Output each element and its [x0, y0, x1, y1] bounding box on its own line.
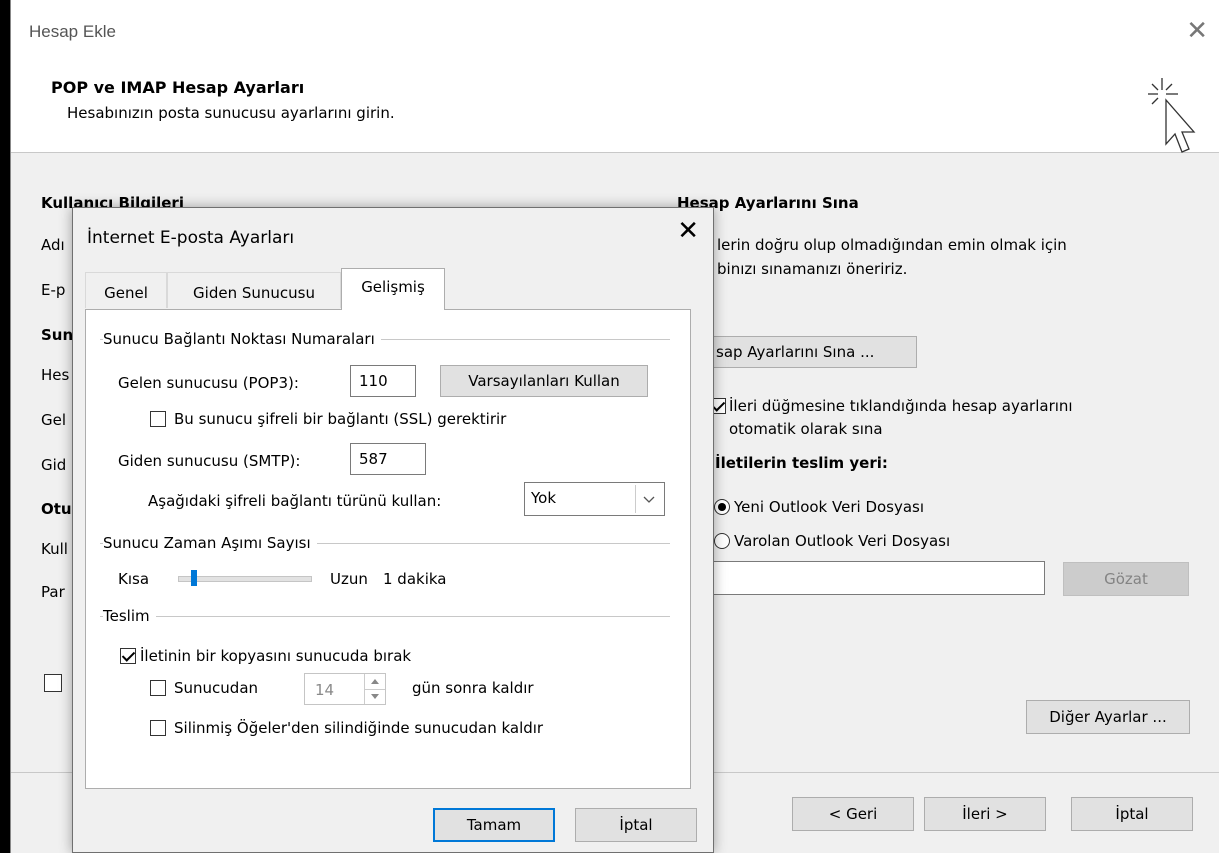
- ok-button[interactable]: Tamam: [433, 808, 555, 842]
- timeout-slider-thumb[interactable]: [191, 570, 198, 586]
- remove-after-checkbox[interactable]: [150, 680, 166, 696]
- internet-email-settings-dialog: İnternet E-posta Ayarları ✕ Genel Giden …: [72, 207, 714, 853]
- cancel-button[interactable]: İptal: [1071, 797, 1193, 831]
- incoming-port-input[interactable]: 110: [350, 365, 416, 397]
- test-account-settings-button[interactable]: sap Ayarlarını Sına ...: [701, 336, 917, 368]
- stepper-down-icon[interactable]: [364, 689, 385, 704]
- tab-advanced[interactable]: Gelişmiş: [341, 268, 445, 310]
- outgoing-port-input[interactable]: 587: [350, 443, 426, 475]
- dialog-cancel-button[interactable]: İptal: [575, 808, 697, 842]
- close-icon[interactable]: ✕: [1186, 18, 1208, 44]
- tab-outgoing-server[interactable]: Giden Sunucusu: [167, 272, 341, 308]
- timeout-group-label: Sunucu Zaman Aşımı Sayısı: [103, 534, 317, 552]
- ssl-checkbox[interactable]: [150, 411, 166, 427]
- leave-copy-label: İletinin bir kopyasını sunucuda bırak: [140, 647, 412, 665]
- incoming-port-label: Gelen sunucusu (POP3):: [118, 374, 299, 392]
- timeout-slider-track[interactable]: [178, 576, 312, 582]
- advanced-tab-panel: Sunucu Bağlantı Noktası Numaraları Gelen…: [85, 309, 691, 789]
- timeout-long-label: Uzun: [330, 570, 368, 588]
- ports-group-label: Sunucu Bağlantı Noktası Numaraları: [103, 330, 381, 348]
- timeout-value: 1 dakika: [383, 570, 447, 588]
- username-label: Kull: [41, 540, 68, 558]
- logon-info-heading: Otu: [41, 500, 72, 518]
- new-data-file-label: Yeni Outlook Veri Dosyası: [734, 498, 925, 516]
- back-button[interactable]: < Geri: [792, 797, 914, 831]
- auto-test-label-line1: İleri düğmesine tıklandığında hesap ayar…: [729, 397, 1073, 415]
- title-bar: Hesap Ekle ✕: [11, 0, 1219, 62]
- email-label: E-p: [41, 281, 66, 299]
- outgoing-server-label: Gid: [41, 456, 67, 474]
- stepper-up-icon[interactable]: [364, 674, 385, 690]
- tab-general[interactable]: Genel: [85, 272, 167, 308]
- use-defaults-button[interactable]: Varsayılanları Kullan: [440, 365, 648, 397]
- account-type-label: Hes: [41, 366, 70, 384]
- auto-test-label-line2: otomatik olarak sına: [729, 420, 883, 438]
- delivery-group-label: Teslim: [103, 607, 156, 625]
- page-subtitle: Hesabınızın posta sunucusu ayarlarını gi…: [67, 104, 395, 122]
- chevron-down-icon[interactable]: [635, 485, 662, 513]
- cursor-sparkle-icon: [1148, 78, 1196, 153]
- data-file-path-input[interactable]: [701, 561, 1045, 595]
- test-description-line1: lerin doğru olup olmadığından emin olmak…: [717, 236, 1067, 254]
- browse-button[interactable]: Gözat: [1063, 562, 1189, 596]
- server-info-heading: Sun: [41, 326, 74, 344]
- dialog-title: İnternet E-posta Ayarları: [87, 228, 295, 248]
- page-title: POP ve IMAP Hesap Ayarları: [51, 78, 305, 97]
- test-description-line2: binızı sınamanızı öneririz.: [717, 260, 908, 278]
- leave-copy-checkbox[interactable]: [120, 648, 136, 664]
- ssl-label: Bu sunucu şifreli bir bağlantı (SSL) ger…: [174, 410, 507, 428]
- dialog-close-icon[interactable]: ✕: [677, 218, 699, 244]
- remove-deleted-checkbox[interactable]: [150, 720, 166, 736]
- encryption-type-label: Aşağıdaki şifreli bağlantı türünü kullan…: [148, 492, 442, 510]
- next-button[interactable]: İleri >: [924, 797, 1046, 831]
- outgoing-port-label: Giden sunucusu (SMTP):: [118, 452, 301, 470]
- existing-data-file-label: Varolan Outlook Veri Dosyası: [734, 532, 951, 550]
- timeout-short-label: Kısa: [118, 570, 150, 588]
- name-label: Adı: [41, 236, 65, 254]
- wizard-header: POP ve IMAP Hesap Ayarları Hesabınızın p…: [11, 62, 1219, 153]
- delivery-group-line: [100, 616, 670, 617]
- remove-after-suffix: gün sonra kaldır: [412, 679, 534, 697]
- remove-days-stepper[interactable]: 14: [304, 673, 386, 705]
- existing-data-file-radio[interactable]: [714, 533, 730, 549]
- window-title: Hesap Ekle: [29, 22, 116, 41]
- password-label: Par: [41, 583, 65, 601]
- remember-password-checkbox[interactable]: [44, 674, 62, 692]
- remove-days-value: 14: [315, 681, 335, 699]
- encryption-type-select[interactable]: Yok: [524, 482, 665, 516]
- incoming-server-label: Gel: [41, 411, 67, 429]
- deliver-to-heading: İletilerin teslim yeri:: [715, 454, 888, 472]
- new-data-file-radio[interactable]: [714, 499, 730, 515]
- encryption-type-value: Yok: [531, 489, 557, 507]
- remove-deleted-label: Silinmiş Öğeler'den silindiğinde sunucud…: [174, 719, 544, 737]
- more-settings-button[interactable]: Diğer Ayarlar ...: [1026, 700, 1190, 734]
- remove-after-label: Sunucudan: [174, 679, 259, 697]
